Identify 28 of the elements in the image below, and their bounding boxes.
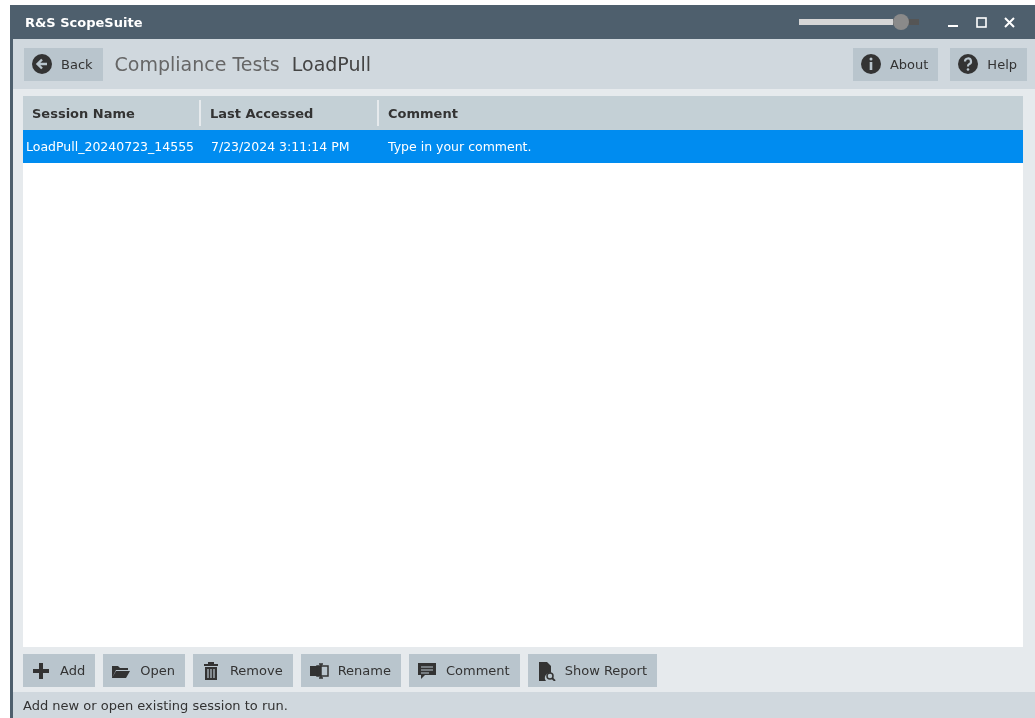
- help-button[interactable]: Help: [950, 47, 1027, 81]
- column-header[interactable]: Last Accessed: [199, 100, 377, 126]
- comment-icon: [417, 660, 437, 681]
- breadcrumb-item[interactable]: LoadPull: [291, 53, 372, 75]
- breadcrumb-item[interactable]: Compliance Tests: [114, 53, 280, 75]
- column-header[interactable]: Comment: [377, 100, 1023, 126]
- window-title: R&S ScopeSuite: [25, 14, 144, 30]
- table-cell-text: LoadPull_20240723_14555: [25, 138, 196, 156]
- add-button[interactable]: Add: [23, 654, 96, 687]
- maximize-icon: [975, 16, 987, 28]
- close-icon: [1003, 16, 1015, 28]
- minimize-icon: [948, 25, 958, 27]
- plus-icon: [31, 660, 51, 681]
- column-header[interactable]: Session Name: [23, 100, 199, 126]
- rename-icon: [308, 660, 329, 681]
- remove-button[interactable]: Remove: [192, 654, 293, 687]
- table-cell-text: 7/23/2024 3:11:14 PM: [210, 138, 351, 156]
- info-icon: [860, 54, 881, 74]
- table-cell-text: Type in your comment.: [387, 138, 533, 156]
- report-button[interactable]: Show Report: [527, 654, 657, 687]
- status-bar: Add new or open existing session to run.: [13, 692, 1035, 718]
- comment-button[interactable]: Comment: [409, 654, 520, 687]
- back-button[interactable]: Back: [24, 47, 103, 81]
- slider-thumb[interactable]: [892, 14, 909, 30]
- open-button[interactable]: Open: [103, 654, 185, 687]
- rename-button[interactable]: Rename: [300, 654, 401, 687]
- help-icon: [958, 54, 979, 74]
- about-button[interactable]: About: [852, 47, 939, 81]
